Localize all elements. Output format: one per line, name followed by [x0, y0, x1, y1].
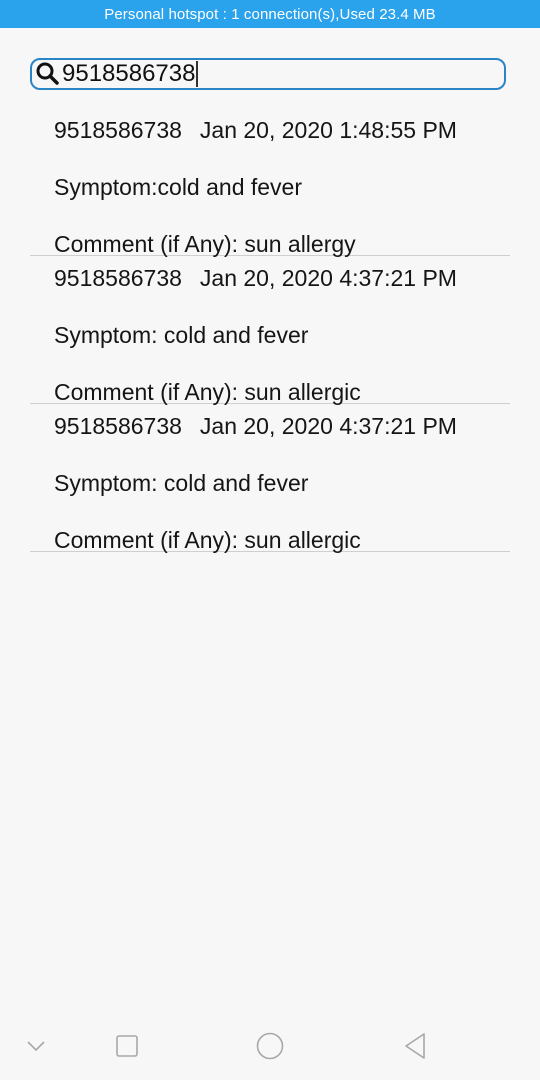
circle-home-icon[interactable]	[252, 1028, 288, 1064]
search-input[interactable]: 9518586738	[62, 60, 199, 88]
record-symptom: Symptom: cold and fever	[54, 470, 309, 496]
navigation-bar	[0, 1010, 540, 1080]
record-header: 9518586738 Jan 20, 2020 4:37:21 PM	[54, 412, 457, 440]
record-phone: 9518586738	[54, 413, 182, 439]
search-box[interactable]: 9518586738	[30, 58, 506, 90]
record-datetime: Jan 20, 2020 4:37:21 PM	[199, 265, 457, 291]
record-comment: Comment (if Any): sun allergic	[54, 527, 361, 553]
results-list: 9518586738 Jan 20, 2020 1:48:55 PM Sympto…	[30, 108, 510, 553]
record-phone: 9518586738	[54, 117, 182, 143]
record-datetime: Jan 20, 2020 1:48:55 PM	[199, 117, 457, 143]
list-item[interactable]: 9518586738 Jan 20, 2020 4:37:21 PM Sympto…	[30, 256, 510, 405]
record-symptom: Symptom: cold and fever	[54, 322, 309, 348]
record-symptom: Symptom:cold and fever	[54, 174, 303, 200]
record-datetime: Jan 20, 2020 4:37:21 PM	[199, 413, 457, 439]
search-icon	[34, 60, 62, 88]
status-bar: Personal hotspot : 1 connection(s),Used …	[0, 0, 540, 28]
search-input-value: 9518586738	[62, 60, 196, 87]
triangle-back-icon[interactable]	[397, 1028, 433, 1064]
list-item[interactable]: 9518586738 Jan 20, 2020 4:37:21 PM Sympto…	[30, 404, 510, 553]
record-comment: Comment (if Any): sun allergy	[54, 231, 356, 257]
record-header: 9518586738 Jan 20, 2020 1:48:55 PM	[54, 116, 457, 144]
list-item[interactable]: 9518586738 Jan 20, 2020 1:48:55 PM Sympto…	[30, 108, 510, 257]
record-header: 9518586738 Jan 20, 2020 4:37:21 PM	[54, 264, 457, 292]
status-bar-text: Personal hotspot : 1 connection(s),Used …	[104, 5, 436, 23]
record-phone: 9518586738	[54, 265, 182, 291]
square-recents-icon[interactable]	[109, 1028, 145, 1064]
text-caret	[196, 61, 199, 87]
record-comment: Comment (if Any): sun allergic	[54, 379, 361, 405]
chevron-down-icon[interactable]	[18, 1028, 54, 1064]
